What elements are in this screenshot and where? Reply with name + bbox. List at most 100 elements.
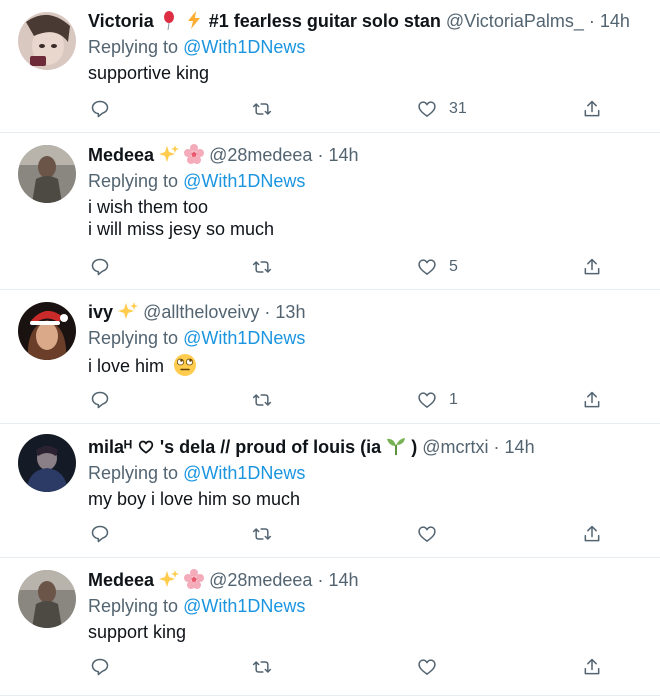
like-count: 1: [449, 391, 458, 408]
tweet-header: Medeea @28medeea · 14h: [88, 144, 646, 166]
heart-icon: [417, 524, 437, 544]
reply-button[interactable]: [90, 389, 110, 411]
like-button[interactable]: [417, 656, 437, 678]
cherry-blossom-emoji-icon: [184, 569, 209, 590]
share-button[interactable]: [582, 656, 602, 678]
replying-prefix: Replying to: [88, 596, 179, 616]
replying-to: Replying to @With1DNews: [88, 327, 646, 349]
display-name[interactable]: Medeea: [88, 570, 154, 590]
user-handle[interactable]: @alltheloveivy: [143, 302, 259, 322]
tweet-header: ivy @alltheloveivy · 13h: [88, 301, 646, 323]
tweet-text-line: my boy i love him so much: [88, 489, 301, 509]
tweet-text-line: i love him: [88, 356, 165, 376]
retweet-button[interactable]: [252, 98, 272, 120]
tweet-text: my boy i love him so much: [88, 488, 646, 510]
reply-tweet[interactable]: Victoria #1 fearless guitar solo stan @V…: [0, 0, 660, 133]
timestamp[interactable]: 14h: [328, 570, 358, 590]
like-count: 31: [449, 100, 467, 117]
timestamp[interactable]: 13h: [275, 302, 305, 322]
reply-tweet[interactable]: ivy @alltheloveivy · 13h Replying to @Wi…: [0, 290, 660, 424]
display-name-suffix[interactable]: 's dela // proud of louis (ia: [160, 437, 381, 457]
reply-button[interactable]: [90, 656, 110, 678]
user-handle[interactable]: @mcrtxi: [422, 437, 488, 457]
heart-icon: [417, 257, 437, 277]
tweet-text-line: i wish them too: [88, 197, 209, 217]
lightning-emoji-icon: [184, 11, 209, 31]
retweet-icon: [252, 99, 272, 119]
avatar[interactable]: [18, 570, 76, 628]
action-bar: 1: [0, 389, 660, 411]
tweet-header: Victoria #1 fearless guitar solo stan @V…: [88, 10, 646, 32]
sparkles-emoji-icon: [159, 145, 184, 165]
mention-link[interactable]: @With1DNews: [183, 37, 305, 57]
reply-button[interactable]: [90, 256, 110, 278]
timestamp[interactable]: 14h: [505, 437, 535, 457]
mention-link[interactable]: @With1DNews: [183, 328, 305, 348]
heart-outline-icon: [132, 437, 160, 457]
share-icon: [582, 657, 602, 677]
reply-tweet[interactable]: milaᴴ 's dela // proud of louis (ia ) @m…: [0, 424, 660, 558]
like-button[interactable]: 1: [417, 389, 458, 411]
rolling-eyes-emoji-icon: [169, 354, 197, 376]
cherry-blossom-emoji-icon: [184, 144, 209, 165]
share-button[interactable]: [582, 523, 602, 545]
share-button[interactable]: [582, 98, 602, 120]
reply-tweet[interactable]: Medeea @28medeea · 14h Replying to @With…: [0, 133, 660, 290]
like-button[interactable]: 31: [417, 98, 467, 120]
share-icon: [582, 524, 602, 544]
dot-separator: ·: [317, 145, 324, 165]
retweet-button[interactable]: [252, 656, 272, 678]
avatar[interactable]: [18, 434, 76, 492]
tweet-text: i love him: [88, 353, 646, 377]
dot-separator: ·: [264, 302, 271, 322]
like-button[interactable]: 5: [417, 256, 458, 278]
replying-to: Replying to @With1DNews: [88, 462, 646, 484]
display-name[interactable]: Victoria: [88, 11, 154, 31]
reply-button[interactable]: [90, 98, 110, 120]
display-name-end[interactable]: ): [411, 437, 417, 457]
balloon-emoji-icon: [159, 11, 184, 31]
reply-tweet[interactable]: Medeea @28medeea · 14h Replying to @With…: [0, 558, 660, 696]
retweet-icon: [252, 657, 272, 677]
replying-prefix: Replying to: [88, 328, 179, 348]
retweet-button[interactable]: [252, 523, 272, 545]
heart-icon: [417, 99, 437, 119]
timestamp[interactable]: 14h: [328, 145, 358, 165]
tweet-text-line: i will miss jesy so much: [88, 219, 275, 239]
action-bar: [0, 656, 660, 678]
sparkles-emoji-icon: [118, 302, 143, 322]
timestamp[interactable]: 14h: [600, 11, 630, 31]
action-bar: [0, 523, 660, 545]
mention-link[interactable]: @With1DNews: [183, 171, 305, 191]
share-icon: [582, 257, 602, 277]
dot-separator: ·: [493, 437, 500, 457]
display-name[interactable]: milaᴴ: [88, 437, 132, 457]
avatar[interactable]: [18, 12, 76, 70]
avatar[interactable]: [18, 145, 76, 203]
retweet-button[interactable]: [252, 256, 272, 278]
display-name[interactable]: ivy: [88, 302, 113, 322]
reply-icon: [90, 99, 110, 119]
share-button[interactable]: [582, 256, 602, 278]
seedling-emoji-icon: [381, 437, 411, 457]
user-handle[interactable]: @VictoriaPalms_: [446, 11, 584, 31]
display-name-suffix[interactable]: #1 fearless guitar solo stan: [209, 11, 441, 31]
retweet-button[interactable]: [252, 389, 272, 411]
mention-link[interactable]: @With1DNews: [183, 596, 305, 616]
tweet-text-line: support king: [88, 622, 187, 642]
tweet-text: support king: [88, 621, 646, 643]
action-bar: 31: [0, 98, 660, 120]
user-handle[interactable]: @28medeea: [209, 570, 312, 590]
like-button[interactable]: [417, 523, 437, 545]
retweet-icon: [252, 524, 272, 544]
avatar[interactable]: [18, 302, 76, 360]
user-handle[interactable]: @28medeea: [209, 145, 312, 165]
mention-link[interactable]: @With1DNews: [183, 463, 305, 483]
tweet-header: Medeea @28medeea · 14h: [88, 569, 646, 591]
tweet-text-line: supportive king: [88, 63, 210, 83]
tweet-text: supportive king: [88, 62, 646, 84]
reply-button[interactable]: [90, 523, 110, 545]
display-name[interactable]: Medeea: [88, 145, 154, 165]
replying-to: Replying to @With1DNews: [88, 595, 646, 617]
share-button[interactable]: [582, 389, 602, 411]
